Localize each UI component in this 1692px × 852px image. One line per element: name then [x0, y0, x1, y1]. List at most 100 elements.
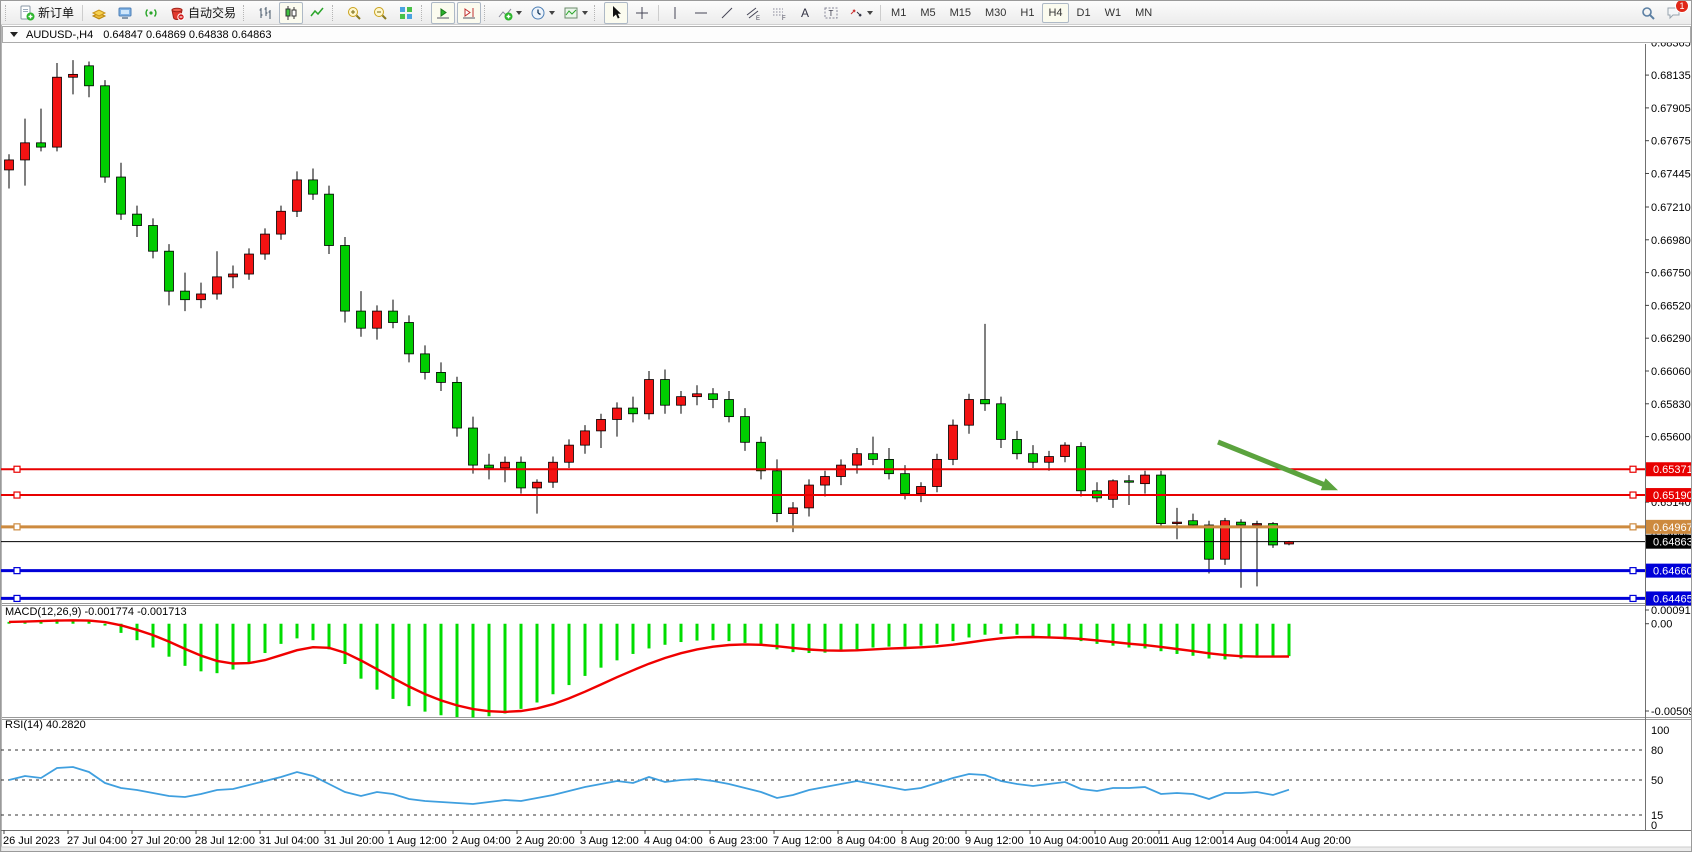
cursor-icon: [608, 5, 624, 21]
collapse-triangle-icon[interactable]: [10, 32, 18, 37]
metaeditor-pc-icon: [117, 5, 133, 21]
resistance-line-2-handle[interactable]: [1630, 492, 1636, 498]
arrows-button[interactable]: [845, 2, 876, 24]
bear-candle: [165, 251, 174, 291]
resistance-line-1-handle[interactable]: [14, 466, 20, 472]
bear-candle: [757, 442, 766, 471]
resistance-line-1-price-label: 0.65371: [1653, 464, 1692, 476]
timeframe-button-H1[interactable]: H1: [1014, 3, 1040, 23]
vertical-line-button[interactable]: [663, 2, 687, 24]
new-order-icon: [19, 5, 35, 21]
bull-candle: [1109, 481, 1118, 500]
metaeditor-button[interactable]: [113, 2, 137, 24]
trendline-button[interactable]: [715, 2, 739, 24]
fibonacci-button[interactable]: F: [767, 2, 791, 24]
auto-scroll-icon: [435, 5, 451, 21]
time-axis-label: 14 Aug 20:00: [1286, 835, 1351, 847]
metatrader-window: 新订单 自动交易 E F A T: [0, 0, 1692, 852]
line-chart-button[interactable]: [305, 2, 329, 24]
auto-trading-button[interactable]: 自动交易: [165, 2, 240, 24]
timeframe-button-H4[interactable]: H4: [1042, 3, 1068, 23]
bear-candle: [437, 372, 446, 382]
chart-title-bar[interactable]: AUDUSD-,H4 0.64847 0.64869 0.64838 0.648…: [2, 26, 1691, 43]
timeframe-button-M30[interactable]: M30: [979, 3, 1012, 23]
resistance-line-1-handle[interactable]: [1630, 466, 1636, 472]
time-axis-label: 11 Aug 12:00: [1158, 835, 1222, 847]
cursor-button[interactable]: [604, 2, 628, 24]
timeframe-button-M15[interactable]: M15: [944, 3, 977, 23]
bull-candle: [69, 74, 78, 77]
time-axis-label: 10 Aug 04:00: [1029, 835, 1094, 847]
chart-shift-button[interactable]: [457, 2, 481, 24]
text-label-button[interactable]: T: [819, 2, 843, 24]
timeframe-button-W1[interactable]: W1: [1099, 3, 1128, 23]
bull-candle: [837, 465, 846, 476]
chart-canvas[interactable]: 0.683650.681350.679050.676750.674450.672…: [1, 1, 1692, 852]
bear-candle: [37, 143, 46, 147]
support-line-2-handle[interactable]: [14, 595, 20, 601]
time-axis-label: 2 Aug 04:00: [452, 835, 511, 847]
pivot-line-price-label: 0.64967: [1653, 522, 1692, 534]
search-button[interactable]: [1636, 2, 1660, 24]
crosshair-button[interactable]: [630, 2, 654, 24]
bar-chart-icon: [257, 5, 273, 21]
pivot-line-handle[interactable]: [14, 524, 20, 530]
timeframe-button-M1[interactable]: M1: [885, 3, 912, 23]
toolbar-grip: [243, 5, 248, 21]
price-axis-label: 0.65830: [1651, 399, 1691, 411]
tile-windows-button[interactable]: [394, 2, 418, 24]
signals-button[interactable]: [139, 2, 163, 24]
resistance-line-2-handle[interactable]: [14, 492, 20, 498]
signal-icon: [143, 5, 159, 21]
new-order-button[interactable]: 新订单: [15, 2, 78, 24]
timeframe-button-M5[interactable]: M5: [914, 3, 941, 23]
bull-candle: [5, 160, 14, 170]
timeframe-button-D1[interactable]: D1: [1071, 3, 1097, 23]
text-button[interactable]: A: [793, 2, 817, 24]
pivot-line-handle[interactable]: [1630, 524, 1636, 530]
chart-symbol-period: AUDUSD-,H4: [26, 29, 93, 41]
periods-button[interactable]: [527, 2, 558, 24]
notifications-button[interactable]: 1: [1662, 2, 1686, 24]
bar-chart-button[interactable]: [253, 2, 277, 24]
candlestick-chart-icon: [283, 5, 299, 21]
horizontal-line-button[interactable]: [689, 2, 713, 24]
candlestick-chart-button[interactable]: [279, 2, 303, 24]
bull-candle: [965, 400, 974, 426]
bear-candle: [773, 471, 782, 514]
timeframe-button-MN[interactable]: MN: [1129, 3, 1158, 23]
timeframe-toolbar: M1M5M15M30H1H4D1W1MN: [884, 3, 1159, 23]
market-watch-gold-button[interactable]: [87, 2, 111, 24]
time-axis-label: 27 Jul 20:00: [131, 835, 191, 847]
support-line-1-handle[interactable]: [14, 568, 20, 574]
templates-button[interactable]: [560, 2, 591, 24]
zoom-in-button[interactable]: [342, 2, 366, 24]
status-strip: [1, 847, 1692, 852]
equidistant-channel-icon: E: [745, 5, 761, 21]
price-axis-label: 0.67445: [1651, 168, 1691, 180]
new-order-label: 新订单: [38, 4, 74, 21]
bull-candle: [917, 486, 926, 493]
indicators-button[interactable]: [494, 2, 525, 24]
macd-label: MACD(12,26,9) -0.001774 -0.001713: [5, 606, 187, 618]
chevron-down-icon: [582, 11, 588, 15]
auto-scroll-button[interactable]: [431, 2, 455, 24]
tile-windows-icon: [398, 5, 414, 21]
bull-candle: [501, 462, 510, 468]
support-line-2-handle[interactable]: [1630, 595, 1636, 601]
price-axis-label: 0.67675: [1651, 136, 1691, 148]
zoom-out-button[interactable]: [368, 2, 392, 24]
time-axis-label: 31 Jul 20:00: [324, 835, 384, 847]
bull-candle: [549, 462, 558, 482]
equidistant-channel-button[interactable]: E: [741, 2, 765, 24]
bear-candle: [1189, 521, 1198, 525]
indicators-icon: [497, 5, 513, 21]
time-axis-label: 28 Jul 12:00: [195, 835, 255, 847]
bull-candle: [1253, 524, 1262, 525]
bull-candle: [821, 477, 830, 486]
trendline-icon: [719, 5, 735, 21]
line-chart-icon: [309, 5, 325, 21]
bull-candle: [1045, 457, 1054, 463]
support-line-1-handle[interactable]: [1630, 568, 1636, 574]
vertical-line-icon: [667, 5, 683, 21]
